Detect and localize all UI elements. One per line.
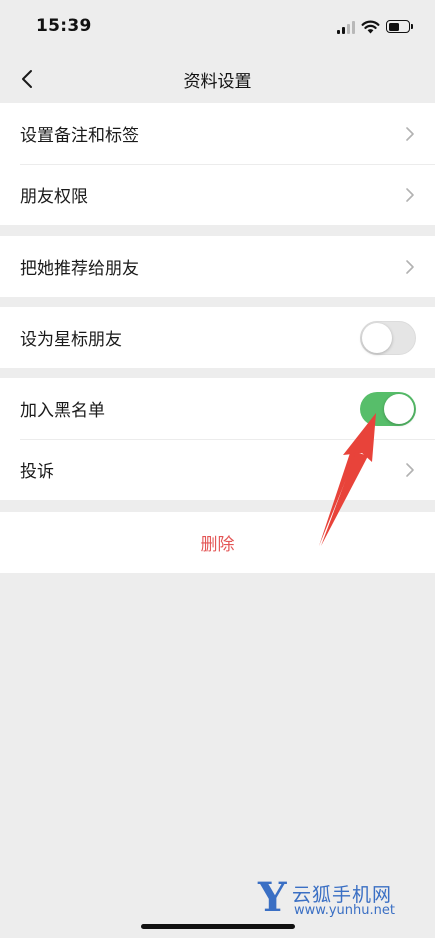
settings-group-3: 设为星标朋友 [0, 307, 435, 368]
chevron-right-icon [406, 187, 414, 202]
delete-button[interactable]: 删除 [0, 512, 435, 573]
settings-group-4: 加入黑名单 投诉 [0, 378, 435, 500]
blacklist-item: 加入黑名单 [0, 378, 435, 439]
settings-group-1: 设置备注和标签 朋友权限 [0, 103, 435, 225]
toggle-knob [362, 322, 392, 353]
watermark-url: www.yunhu.net [294, 903, 395, 918]
chevron-right-icon [406, 126, 414, 141]
chevron-right-icon [406, 259, 414, 274]
watermark-logo: Y 云狐手机网 www.yunhu.net [258, 876, 428, 922]
star-friend-item: 设为星标朋友 [0, 307, 435, 368]
report-item[interactable]: 投诉 [0, 439, 435, 500]
star-friend-toggle[interactable] [360, 320, 416, 355]
toggle-knob [384, 393, 414, 424]
recommend-to-friends-item[interactable]: 把她推荐给朋友 [0, 236, 435, 297]
settings-group-2: 把她推荐给朋友 [0, 236, 435, 297]
blacklist-toggle[interactable] [360, 391, 416, 426]
status-time: 15:39 [36, 16, 92, 36]
settings-group-5: 删除 [0, 512, 435, 573]
chevron-right-icon [406, 462, 414, 477]
battery-tip [411, 24, 413, 29]
home-indicator[interactable] [141, 924, 295, 929]
watermark-letter: Y [258, 874, 287, 921]
wifi-icon [361, 20, 380, 34]
friend-permissions-item[interactable]: 朋友权限 [0, 164, 435, 225]
star-friend-label: 设为星标朋友 [20, 330, 122, 350]
signal-icon [337, 21, 357, 34]
remark-and-tags-item[interactable]: 设置备注和标签 [0, 103, 435, 164]
delete-label: 删除 [200, 535, 235, 555]
page-title: 资料设置 [183, 72, 252, 92]
friend-permissions-label: 朋友权限 [20, 187, 88, 207]
battery-icon [386, 20, 410, 33]
blacklist-label: 加入黑名单 [20, 401, 105, 421]
status-bar: 15:39 [0, 0, 435, 56]
remark-and-tags-label: 设置备注和标签 [20, 126, 139, 146]
recommend-to-friends-label: 把她推荐给朋友 [20, 259, 139, 279]
report-label: 投诉 [20, 462, 54, 482]
nav-bar: 资料设置 [0, 56, 435, 102]
